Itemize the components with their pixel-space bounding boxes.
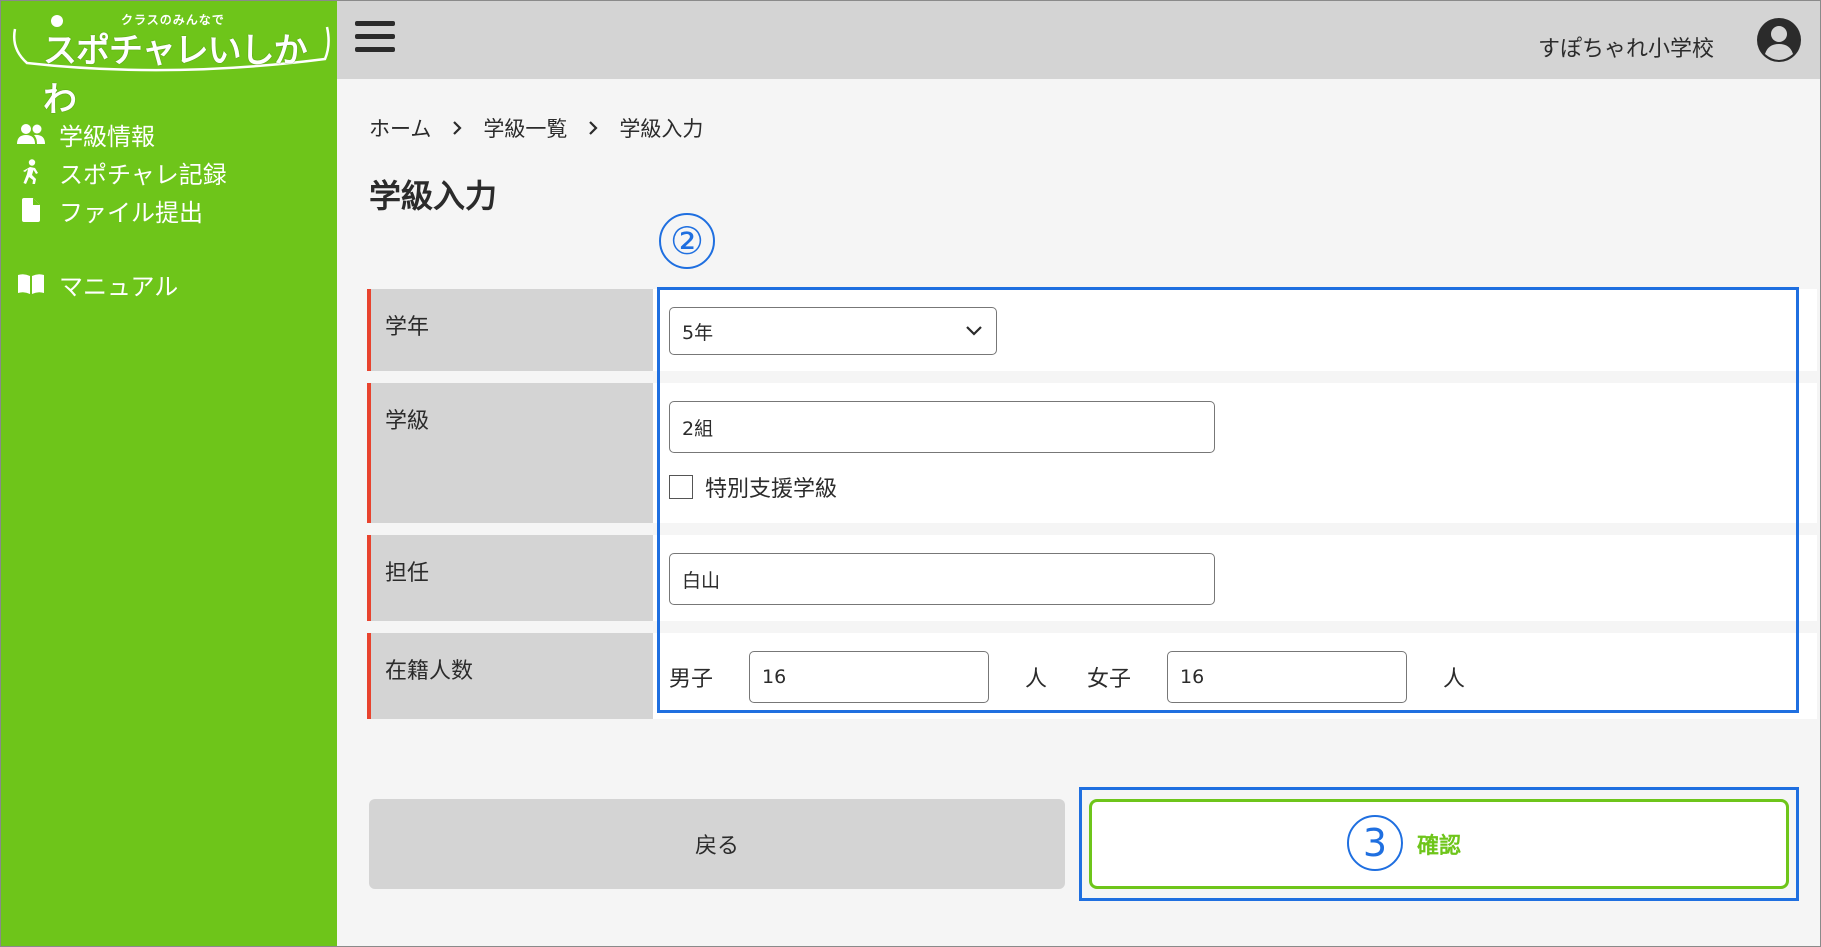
running-icon (17, 158, 45, 186)
page-title: 学級入力 (369, 177, 498, 215)
people-icon (17, 120, 45, 148)
breadcrumb-current: 学級入力 (619, 117, 704, 141)
grade-label: 学年 (367, 289, 653, 371)
back-button[interactable]: 戻る (369, 799, 1065, 889)
breadcrumb-class-list[interactable]: 学級一覧 (483, 113, 567, 143)
hamburger-menu-icon[interactable] (355, 21, 395, 57)
teacher-label: 担任 (367, 535, 653, 621)
girls-label: 女子 (1087, 667, 1132, 692)
sidebar-nav: 学級情報 スポチャレ記録 ファイル提出 マニュアル (17, 115, 227, 303)
sidebar-item-records[interactable]: スポチャレ記録 (17, 153, 227, 191)
special-support-label: 特別支援学級 (705, 477, 838, 502)
chevron-down-icon (966, 326, 982, 336)
boys-unit: 人 (1025, 667, 1048, 692)
breadcrumb-home[interactable]: ホーム (369, 113, 431, 143)
class-label: 学級 (367, 383, 653, 523)
form-row-class: 学級 2組 特別支援学級 (367, 383, 1817, 523)
boys-count-input[interactable]: 16 (749, 651, 990, 703)
breadcrumb: ホーム 学級一覧 学級入力 (369, 113, 703, 143)
sidebar-item-manual[interactable]: マニュアル (17, 265, 227, 303)
teacher-field-container: 白山 (653, 535, 1817, 621)
class-form: 学年 5年 学級 2組 特別支援学級 担任 白山 在籍人数 男子 16 人 女子… (367, 289, 1817, 731)
sidebar-item-label: スポチャレ記録 (59, 160, 227, 189)
girls-unit: 人 (1443, 667, 1466, 692)
book-icon (17, 270, 45, 298)
girls-count-input[interactable]: 16 (1167, 651, 1408, 703)
main-content: ホーム 学級一覧 学級入力 学級入力 ② 学年 5年 学級 2組 特別支援学級 … (337, 79, 1820, 946)
sidebar: クラスのみんなで スポチャレいしかわ 学級情報 スポチャレ記録 ファイル提出 マ… (1, 1, 337, 946)
confirm-button[interactable]: 確認 (1089, 799, 1789, 889)
sidebar-item-label: ファイル提出 (59, 198, 203, 227)
sidebar-item-file-submit[interactable]: ファイル提出 (17, 191, 227, 229)
annotation-step-3: 3 (1347, 815, 1403, 871)
class-input[interactable]: 2組 (669, 401, 1215, 453)
special-support-option[interactable]: 特別支援学級 (669, 471, 1817, 503)
special-support-checkbox[interactable] (669, 475, 693, 499)
grade-field-container: 5年 (653, 289, 1817, 371)
form-row-teacher: 担任 白山 (367, 535, 1817, 621)
enrollment-label: 在籍人数 (367, 633, 653, 719)
grade-select-value: 5年 (682, 321, 714, 344)
app-logo[interactable]: クラスのみんなで スポチャレいしかわ (9, 7, 331, 120)
logo-title: スポチャレいしかわ (43, 31, 308, 120)
sidebar-item-label: 学級情報 (59, 122, 155, 151)
chevron-right-icon (453, 121, 462, 135)
enrollment-inputs: 男子 16 人 女子 16 人 (669, 651, 1817, 703)
top-header: すぽちゃれ小学校 (337, 1, 1820, 79)
sidebar-item-class-info[interactable]: 学級情報 (17, 115, 227, 153)
file-icon (17, 196, 45, 224)
school-name: すぽちゃれ小学校 (1537, 37, 1714, 62)
sidebar-item-label: マニュアル (59, 272, 179, 301)
user-avatar-icon[interactable] (1756, 17, 1802, 63)
form-row-enrollment: 在籍人数 男子 16 人 女子 16 人 (367, 633, 1817, 719)
app-window: クラスのみんなで スポチャレいしかわ 学級情報 スポチャレ記録 ファイル提出 マ… (0, 0, 1821, 947)
chevron-right-icon (589, 121, 598, 135)
enrollment-field-container: 男子 16 人 女子 16 人 (653, 633, 1817, 719)
form-row-grade: 学年 5年 (367, 289, 1817, 371)
grade-select[interactable]: 5年 (669, 307, 997, 355)
boys-label: 男子 (669, 667, 714, 692)
teacher-input[interactable]: 白山 (669, 553, 1215, 605)
annotation-step-2: ② (659, 213, 715, 269)
class-field-container: 2組 特別支援学級 (653, 383, 1817, 523)
